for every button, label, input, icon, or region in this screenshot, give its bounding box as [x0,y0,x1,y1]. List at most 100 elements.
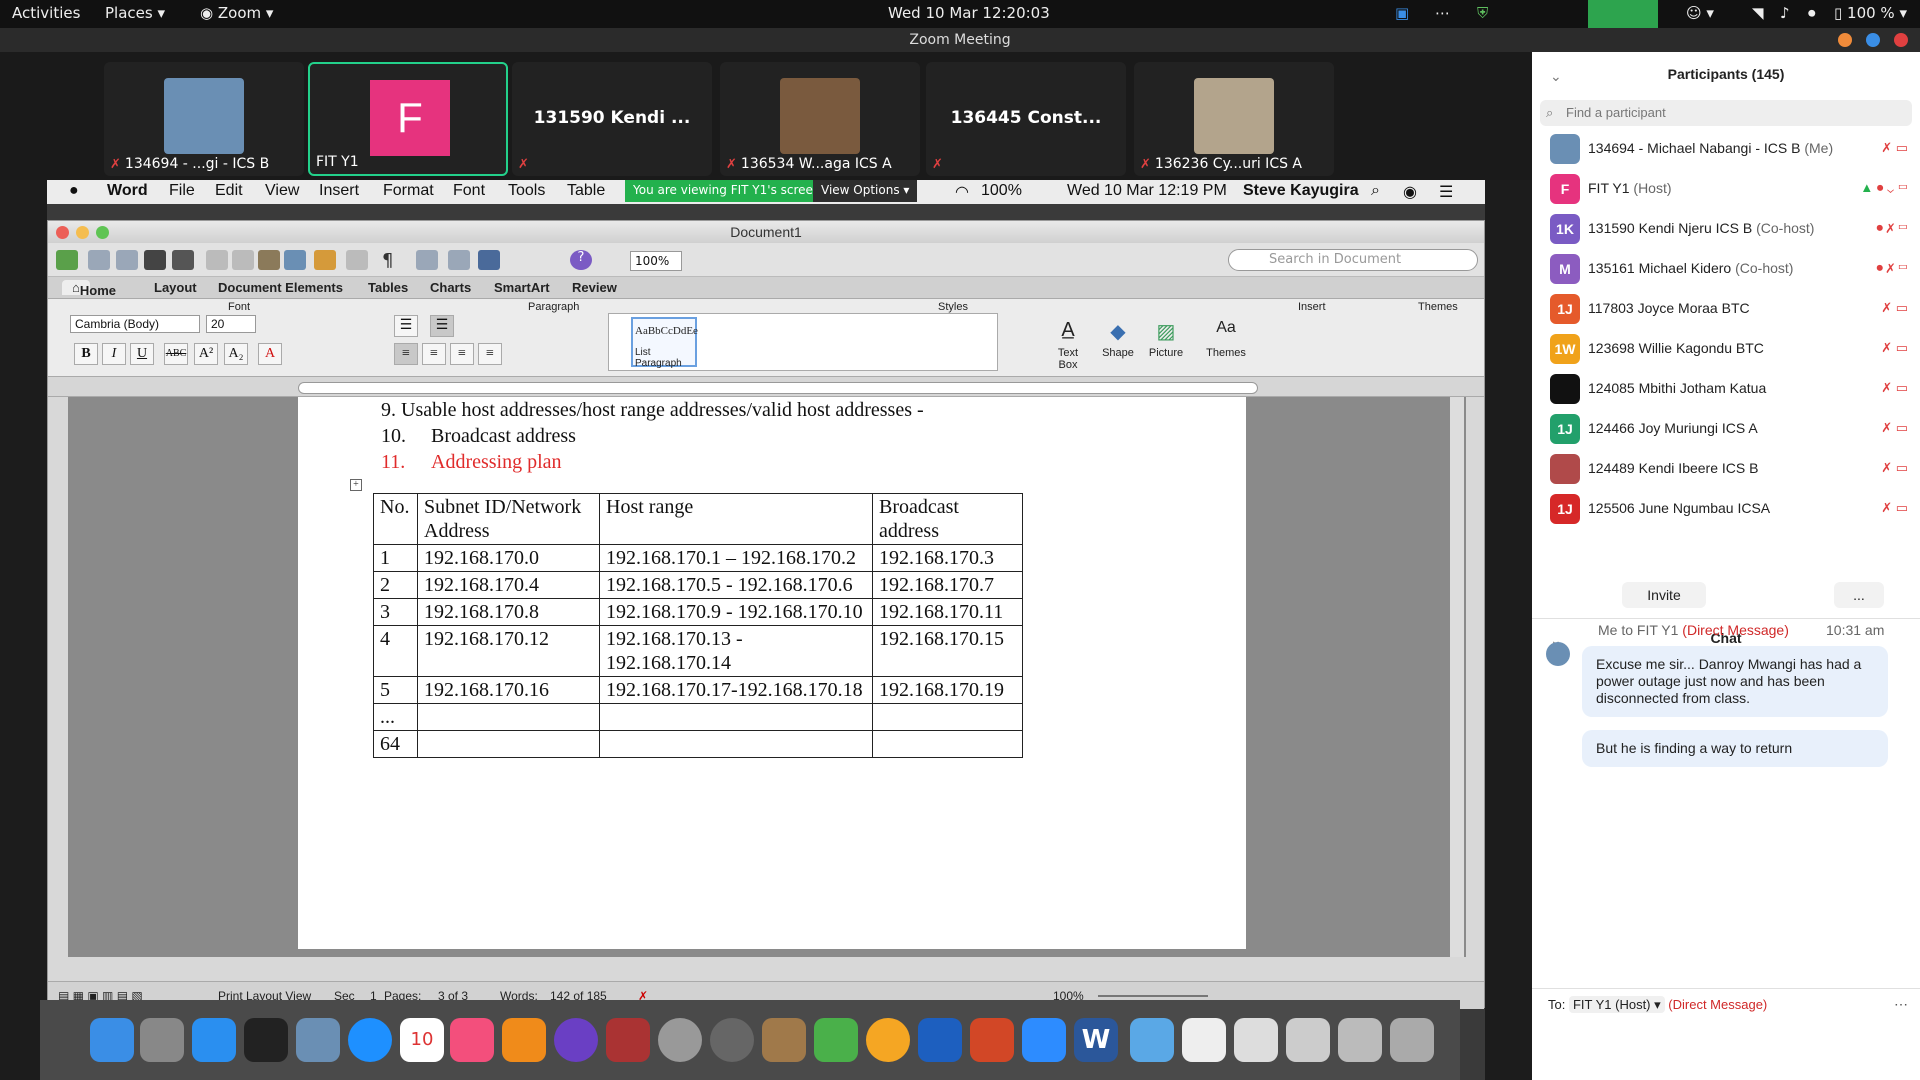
places-menu[interactable]: Places ▾ [105,4,165,22]
participant-row[interactable]: 1J 124466 Joy Muriungi ICS A ✗ ▭ [1532,408,1920,448]
preview-icon[interactable] [296,1018,340,1062]
participant-row[interactable]: F FIT Y1 (Host) ▲ ⏺ ⌄ ▭ [1532,168,1920,208]
table-cell[interactable] [872,730,1023,758]
notification-center-icon[interactable]: ☰ [1439,182,1453,202]
zoom-dock-icon[interactable] [1022,1018,1066,1062]
table-cell[interactable]: 192.168.170.11 [872,598,1023,626]
justify-button[interactable]: ≡ [478,343,502,365]
system-clock[interactable]: Wed 10 Mar 12:20:03 [888,4,1050,22]
minimize-button[interactable] [1838,33,1852,47]
table-cell[interactable]: 192.168.170.12 [417,625,600,677]
zoom-app-menu[interactable]: ◉ Zoom ▾ [200,4,273,22]
templates-icon[interactable] [88,250,110,270]
wifi-icon[interactable]: ◥ [1752,4,1764,22]
accessibility-icon[interactable]: ☺ ▾ [1686,4,1714,22]
menu-edit[interactable]: Edit [215,182,243,200]
archive-icon[interactable] [762,1018,806,1062]
copy-icon[interactable] [232,250,254,270]
undo-icon[interactable] [314,250,336,270]
chat-input[interactable] [1542,1020,1910,1076]
menu-tools[interactable]: Tools [508,182,545,200]
table-cell[interactable]: 192.168.170.19 [872,676,1023,704]
numbering-button[interactable]: ☰ [430,315,454,337]
photos-icon[interactable] [866,1018,910,1062]
header-cell[interactable]: Host range [599,493,873,545]
zoom-tray-icon[interactable]: ▣ [1395,4,1409,22]
align-center-button[interactable]: ≡ [422,343,446,365]
tab-home[interactable]: ⌂ Home [62,280,116,298]
tab-layout[interactable]: Layout [154,280,197,295]
insert-picture[interactable]: ▨ Picture [1146,319,1186,359]
more-button[interactable]: ... [1834,582,1884,608]
strikethrough-button[interactable]: ABC [164,343,188,365]
bullets-button[interactable]: ☰ [394,315,418,337]
save-icon[interactable] [144,250,166,270]
tab-review[interactable]: Review [572,280,617,295]
participant-row[interactable]: 1J 125506 June Ngumbau ICSA ✗ ▭ [1532,488,1920,528]
file-stack-icon[interactable] [1338,1018,1382,1062]
header-cell[interactable]: No. [373,493,418,545]
table-move-handle-icon[interactable]: + [350,479,362,491]
window-zoom-button[interactable] [96,226,109,239]
grid-tray-icon[interactable]: ⋯ [1435,4,1450,22]
table-cell[interactable] [872,703,1023,731]
app-store-icon[interactable] [192,1018,236,1062]
styles-gallery[interactable]: AaBbCcDdEe List Paragraph [608,313,998,371]
mic-icon[interactable]: ⏺ [1808,4,1816,22]
trash-icon[interactable] [1390,1018,1434,1062]
tab-charts[interactable]: Charts [430,280,471,295]
table-cell[interactable]: 192.168.170.8 [417,598,600,626]
table-cell[interactable]: 4 [373,625,418,677]
video-tile[interactable]: ✗ 136534 W...aga ICS A [720,62,920,176]
table-cell[interactable] [417,730,600,758]
vertical-scrollbar[interactable] [1450,397,1464,957]
menu-font[interactable]: Font [453,182,485,200]
table-cell[interactable]: 192.168.170.9 - 192.168.170.10 [599,598,873,626]
new-document-icon[interactable] [56,250,78,270]
menu-file[interactable]: File [169,182,195,200]
mac-user[interactable]: Steve Kayugira [1243,182,1359,200]
participant-row[interactable]: 124085 Mbithi Jotham Katua ✗ ▭ [1532,368,1920,408]
document-stack-icon[interactable] [1182,1018,1226,1062]
siri-icon[interactable]: ◉ [1403,182,1417,202]
font-size-select[interactable]: 20 [206,315,256,333]
siri-dock-icon[interactable] [554,1018,598,1062]
launchpad-icon[interactable] [140,1018,184,1062]
window-close-button[interactable] [56,226,69,239]
spotlight-icon[interactable]: ⌕ [1371,182,1380,200]
participant-row[interactable]: 1W 123698 Willie Kagondu BTC ✗ ▭ [1532,328,1920,368]
table-cell[interactable]: 192.168.170.5 - 192.168.170.6 [599,571,873,599]
folder-icon[interactable] [1130,1018,1174,1062]
pilcrow-icon[interactable]: ¶ [382,250,404,271]
zoom-select[interactable]: 100% [630,251,682,271]
tab-tables[interactable]: Tables [368,280,408,295]
tab-smartart[interactable]: SmartArt [494,280,550,295]
volume-icon[interactable]: ♪ [1780,4,1790,22]
font-color-button[interactable]: A [258,343,282,365]
header-cell[interactable]: Broadcast address [872,493,1023,545]
finder-icon[interactable] [90,1018,134,1062]
defender-icon[interactable] [918,1018,962,1062]
table-cell[interactable]: 3 [373,598,418,626]
format-painter-icon[interactable] [284,250,306,270]
calendar-icon[interactable]: 10 [400,1018,444,1062]
insert-text-box[interactable]: A̲ Text Box [1048,319,1088,371]
shield-tray-icon[interactable]: ⛨ [1477,4,1488,22]
maximize-button[interactable] [1866,33,1880,47]
word-icon[interactable]: W [1074,1018,1118,1062]
menu-table[interactable]: Table [567,182,605,200]
open-icon[interactable] [116,250,138,270]
video-tile[interactable]: ✗ 136236 Cy...uri ICS A [1134,62,1334,176]
participant-row[interactable]: 1J 117803 Joyce Moraa BTC ✗ ▭ [1532,288,1920,328]
align-right-button[interactable]: ≡ [450,343,474,365]
screenshot-stack-icon[interactable] [1234,1018,1278,1062]
tab-document-elements[interactable]: Document Elements [218,280,343,295]
mac-clock[interactable]: Wed 10 Mar 12:19 PM [1067,182,1227,200]
zoom-slider[interactable] [1098,995,1208,997]
table-cell[interactable]: 192.168.170.7 [872,571,1023,599]
battery-icon[interactable]: ▯ 100 % ▾ [1834,4,1907,22]
table-cell[interactable]: 192.168.170.0 [417,544,600,572]
participant-row[interactable]: 134694 - Michael Nabangi - ICS B (Me) ✗ ▭ [1532,128,1920,168]
ruler[interactable] [48,377,1484,397]
table-cell[interactable]: 192.168.170.13 - 192.168.170.14 [599,625,873,677]
